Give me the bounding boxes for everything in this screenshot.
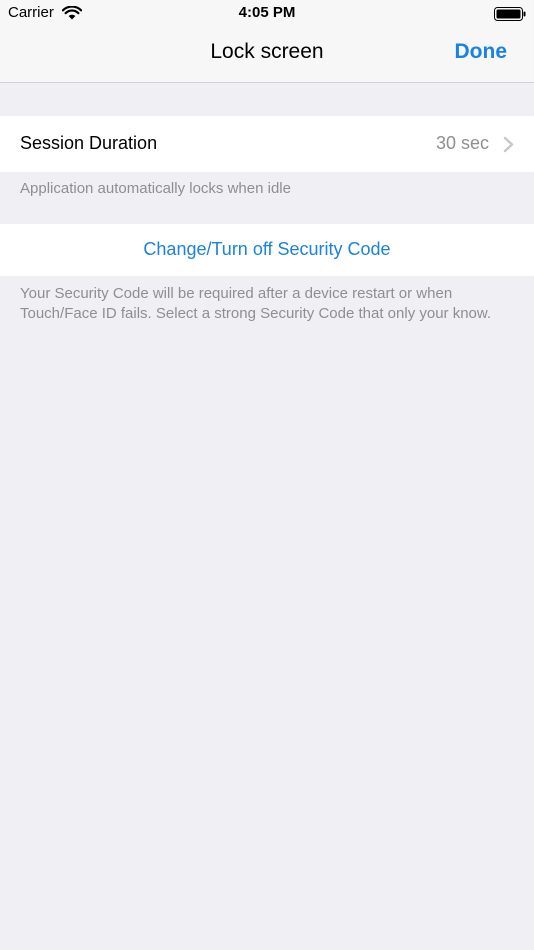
chevron-right-icon	[503, 136, 514, 153]
battery-icon	[494, 7, 526, 21]
change-security-code-button[interactable]: Change/Turn off Security Code	[0, 224, 534, 276]
session-duration-label: Session Duration	[20, 133, 158, 153]
done-button[interactable]: Done	[455, 40, 508, 64]
session-duration-row[interactable]: Session Duration 30 sec	[0, 116, 534, 172]
session-duration-footer: Application automatically locks when idl…	[20, 180, 291, 197]
status-time: 4:05 PM	[238, 4, 296, 21]
change-security-code-label: Change/Turn off Security Code	[143, 239, 391, 259]
navigation-bar: Lock screen Done	[0, 28, 534, 82]
top-bar: Carrier 4:05 PM Lock screen Done	[0, 0, 534, 83]
status-bar: Carrier 4:05 PM	[0, 0, 534, 28]
security-code-footer: Your Security Code will be required afte…	[20, 285, 492, 322]
session-duration-value: 30 sec	[435, 133, 489, 153]
